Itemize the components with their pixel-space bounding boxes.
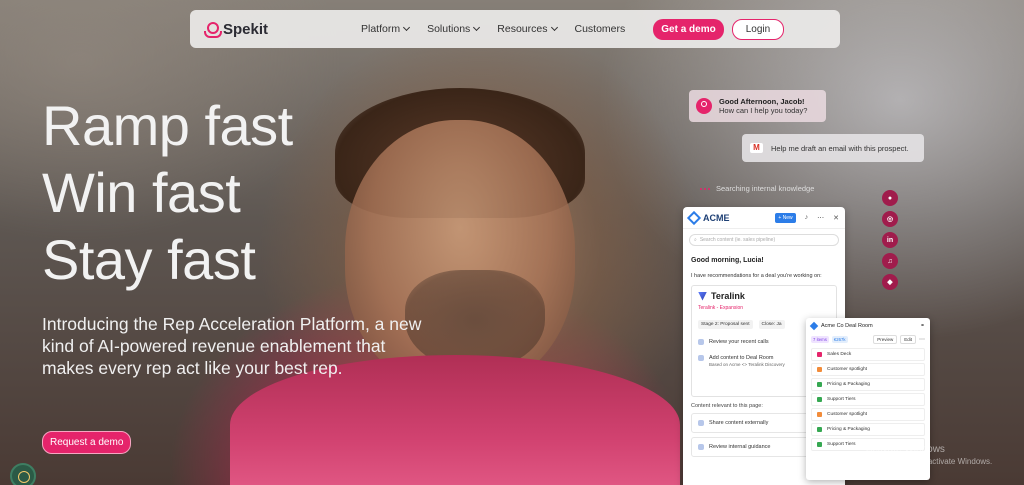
deal-subtitle: Teralink - Expansion (698, 305, 744, 311)
menu-resources-label: Resources (497, 23, 548, 35)
chevron-down-icon (403, 23, 411, 32)
deal-room-item-label: Pricing & Packaging (827, 427, 870, 432)
guidance-icon (698, 444, 704, 450)
menu-platform-label: Platform (361, 23, 401, 35)
menu-solutions[interactable]: Solutions (427, 23, 481, 35)
social-icon-2[interactable]: ◎ (882, 211, 898, 227)
social-icon-5[interactable]: ◆ (882, 274, 898, 290)
assistant-greeting-title: Good Afternoon, Jacob! (719, 97, 805, 106)
preview-button[interactable]: Preview (873, 335, 898, 344)
menu-resources[interactable]: Resources (497, 23, 558, 35)
deal-room-item[interactable]: Support Tiers (811, 393, 925, 406)
hero-headline-line-2: Win fast (42, 161, 241, 224)
panel-greeting: Good morning, Lucia! (691, 257, 764, 264)
cookie-settings-icon[interactable] (10, 463, 36, 485)
link-icon[interactable]: ⚭ (920, 322, 925, 329)
brand-name: Spekit (223, 20, 269, 38)
linkedin-icon[interactable]: in (882, 232, 898, 248)
deal-room-item-label: Customer spotlight (827, 412, 867, 417)
request-demo-button[interactable]: Request a demo (42, 431, 132, 454)
user-prompt-text: Help me draft an email with this prospec… (771, 143, 909, 153)
file-icon (817, 412, 822, 417)
search-icon: ⌕ (694, 237, 697, 243)
get-a-demo-button[interactable]: Get a demo (653, 18, 724, 40)
add-content-icon (698, 355, 704, 361)
calls-icon (698, 339, 704, 345)
login-button[interactable]: Login (731, 18, 785, 40)
deal-stage-badge: Stage 2: Proposal sent (698, 320, 753, 329)
assistant-greeting-bubble: Good Afternoon, Jacob! How can I help yo… (689, 90, 826, 122)
more-icon[interactable]: ⋯ (919, 336, 925, 343)
menu-customers-label: Customers (574, 23, 626, 35)
bell-icon[interactable]: ♪ (805, 214, 809, 221)
more-icon[interactable]: ⋯ (817, 214, 824, 222)
deal-room-item-label: Support Tiers (827, 397, 856, 402)
items-count-badge: 7 items (811, 336, 829, 343)
chevron-down-icon (473, 23, 481, 32)
deal-room-meta: 7 items €267k Preview Edit ⋯ (806, 333, 930, 346)
menu-platform[interactable]: Platform (361, 23, 411, 35)
edit-button[interactable]: Edit (900, 335, 916, 344)
close-icon[interactable]: ✕ (833, 214, 839, 222)
panel-header: ACME + New ♪ ⋯ ✕ (683, 207, 845, 229)
file-icon (817, 367, 822, 372)
hero-headline-line-3: Stay fast (42, 228, 256, 291)
deal-room-item[interactable]: Customer spotlight (811, 363, 925, 376)
hero-headline-line-1: Ramp fast (42, 94, 293, 157)
add-content-label: Add content to Deal Room (709, 355, 774, 361)
share-icon (698, 420, 704, 426)
deal-value-badge: €267k (831, 336, 848, 343)
spekit-logo[interactable]: Spekit (204, 21, 359, 38)
acme-logo-icon (686, 210, 702, 225)
file-icon (817, 427, 822, 432)
review-guidance-label: Review internal guidance (709, 444, 771, 450)
gmail-icon: M (750, 143, 763, 153)
share-content-label: Share content externally (709, 420, 769, 426)
menu-customers[interactable]: Customers (575, 23, 626, 35)
panel-search-input[interactable]: ⌕ Search content (ie. sales pipeline) (689, 234, 839, 246)
searching-status: Searching internal knowledge (700, 184, 814, 193)
deal-room-panel: Acme Co Deal Room ⚭ 7 items €267k Previe… (806, 318, 930, 480)
menu-solutions-label: Solutions (427, 23, 471, 35)
deal-room-item-label: Pricing & Packaging (827, 382, 870, 387)
windows-watermark-sub: Go to Settings to activate Windows. (866, 457, 993, 466)
assistant-avatar-icon (696, 98, 712, 114)
teralink-logo-icon (698, 291, 707, 301)
hero-subtitle: Introducing the Rep Acceleration Platfor… (42, 314, 422, 378)
deal-room-item[interactable]: Pricing & Packaging (811, 423, 925, 436)
social-icon-1[interactable]: ● (882, 190, 898, 206)
deal-room-item-label: Sales Deck (827, 352, 852, 357)
top-navbar: Spekit Platform Solutions Resources Cust… (190, 10, 840, 48)
deal-name-row: Teralink (698, 291, 830, 301)
deal-room-item[interactable]: Sales Deck (811, 348, 925, 361)
windows-watermark-title: Activate Windows (866, 444, 945, 455)
review-calls-label: Review your recent calls (709, 339, 769, 345)
deal-room-item-label: Customer spotlight (827, 367, 867, 372)
deal-name: Teralink (711, 291, 745, 301)
chevron-down-icon (550, 23, 558, 32)
deal-room-item[interactable]: Customer spotlight (811, 408, 925, 421)
file-icon (817, 442, 822, 447)
loading-dots-icon (700, 187, 710, 190)
user-prompt-bubble: M Help me draft an email with this prosp… (742, 134, 924, 162)
deal-close-badge: Close: Ja (758, 320, 785, 329)
panel-brand: ACME (703, 212, 730, 223)
spekit-logo-icon (204, 22, 222, 38)
deal-room-item-label: Support Tiers (827, 442, 856, 447)
file-icon (817, 382, 822, 387)
file-icon (817, 352, 822, 357)
panel-intro: I have recommendations for a deal you're… (691, 273, 822, 279)
deal-room-title: Acme Co Deal Room (821, 322, 873, 329)
social-icon-4[interactable]: ♫ (882, 253, 898, 269)
deal-room-header: Acme Co Deal Room ⚭ (806, 318, 930, 333)
acme-logo-icon (809, 321, 819, 330)
new-button[interactable]: + New (775, 212, 796, 223)
deal-room-item[interactable]: Pricing & Packaging (811, 378, 925, 391)
assistant-greeting-sub: How can I help you today? (719, 106, 808, 115)
main-menu: Platform Solutions Resources Customers (361, 23, 625, 35)
searching-status-text: Searching internal knowledge (716, 184, 815, 193)
file-icon (817, 397, 822, 402)
panel-search-placeholder: Search content (ie. sales pipeline) (699, 237, 776, 243)
